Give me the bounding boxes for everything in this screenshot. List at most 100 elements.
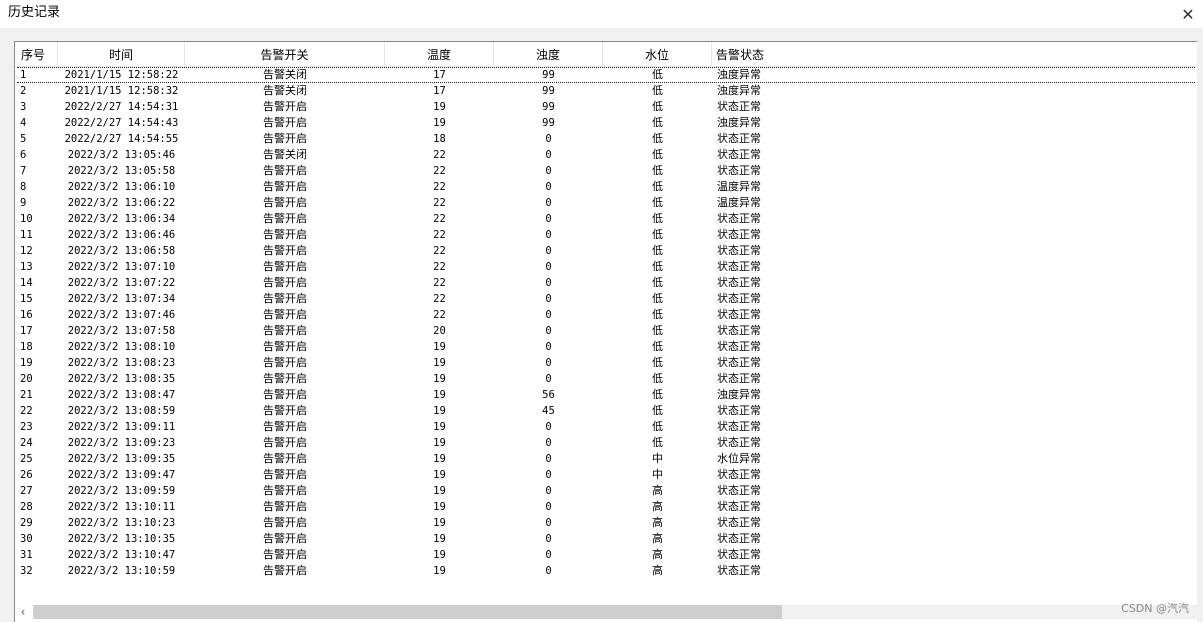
table-row[interactable]: 10 2022/3/2 13:06:34 告警开启 22 0 低 状态正常 bbox=[15, 211, 1197, 227]
cell-alarm-switch: 告警开启 bbox=[263, 436, 307, 449]
header-col-turbidity[interactable]: 浊度 bbox=[494, 42, 603, 66]
table-row[interactable]: 12 2022/3/2 13:06:58 告警开启 22 0 低 状态正常 bbox=[15, 243, 1197, 259]
cell-temperature: 22 bbox=[433, 293, 446, 305]
table-row[interactable]: 1 2021/1/15 12:58:22 告警关闭 17 99 低 浊度异常 bbox=[17, 67, 1195, 83]
scrollbar-thumb[interactable] bbox=[33, 605, 782, 619]
header-col-water-level[interactable]: 水位 bbox=[603, 42, 712, 66]
cell-temperature: 19 bbox=[433, 469, 446, 481]
cell-turbidity: 0 bbox=[545, 293, 552, 305]
cell-turbidity: 0 bbox=[545, 149, 552, 161]
header-col-temperature[interactable]: 温度 bbox=[385, 42, 494, 66]
cell-time: 2022/3/2 13:09:23 bbox=[67, 437, 176, 449]
cell-time: 2022/3/2 13:07:22 bbox=[67, 277, 176, 289]
header-col-time[interactable]: 时间 bbox=[58, 42, 185, 66]
header-col-alarm-switch[interactable]: 告警开关 bbox=[185, 42, 385, 66]
table-row[interactable]: 7 2022/3/2 13:05:58 告警开启 22 0 低 状态正常 bbox=[15, 163, 1197, 179]
table-row[interactable]: 19 2022/3/2 13:08:23 告警开启 19 0 低 状态正常 bbox=[15, 355, 1197, 371]
cell-index: 9 bbox=[20, 197, 27, 209]
cell-time: 2022/3/2 13:06:10 bbox=[67, 181, 176, 193]
cell-temperature: 19 bbox=[433, 101, 446, 113]
table-row[interactable]: 11 2022/3/2 13:06:46 告警开启 22 0 低 状态正常 bbox=[15, 227, 1197, 243]
cell-index: 22 bbox=[20, 405, 33, 417]
cell-turbidity: 0 bbox=[545, 197, 552, 209]
cell-water-level: 高 bbox=[652, 532, 663, 545]
table-row[interactable]: 22 2022/3/2 13:08:59 告警开启 19 45 低 状态正常 bbox=[15, 403, 1197, 419]
table-row[interactable]: 17 2022/3/2 13:07:58 告警开启 20 0 低 状态正常 bbox=[15, 323, 1197, 339]
cell-index: 17 bbox=[20, 325, 33, 337]
table-row[interactable]: 16 2022/3/2 13:07:46 告警开启 22 0 低 状态正常 bbox=[15, 307, 1197, 323]
cell-temperature: 22 bbox=[433, 197, 446, 209]
cell-water-level: 低 bbox=[652, 276, 663, 289]
window-title: 历史记录 bbox=[8, 5, 61, 20]
cell-alarm-status: 状态正常 bbox=[717, 548, 761, 561]
cell-temperature: 19 bbox=[433, 389, 446, 401]
cell-index: 13 bbox=[20, 261, 33, 273]
cell-time: 2022/2/27 14:54:55 bbox=[64, 133, 179, 145]
table-row[interactable]: 9 2022/3/2 13:06:22 告警开启 22 0 低 温度异常 bbox=[15, 195, 1197, 211]
table-row[interactable]: 28 2022/3/2 13:10:11 告警开启 19 0 高 状态正常 bbox=[15, 499, 1197, 515]
cell-water-level: 低 bbox=[652, 308, 663, 321]
cell-turbidity: 0 bbox=[545, 229, 552, 241]
table-row[interactable]: 3 2022/2/27 14:54:31 告警开启 19 99 低 状态正常 bbox=[15, 99, 1197, 115]
cell-alarm-status: 状态正常 bbox=[717, 484, 761, 497]
table-row[interactable]: 31 2022/3/2 13:10:47 告警开启 19 0 高 状态正常 bbox=[15, 547, 1197, 563]
cell-water-level: 低 bbox=[652, 244, 663, 257]
cell-index: 8 bbox=[20, 181, 27, 193]
header-col-index[interactable]: 序号 bbox=[15, 42, 58, 66]
table-row[interactable]: 6 2022/3/2 13:05:46 告警关闭 22 0 低 状态正常 bbox=[15, 147, 1197, 163]
header-col-alarm-status[interactable]: 告警状态 bbox=[712, 42, 1192, 66]
table-row[interactable]: 13 2022/3/2 13:07:10 告警开启 22 0 低 状态正常 bbox=[15, 259, 1197, 275]
cell-alarm-switch: 告警开启 bbox=[263, 180, 307, 193]
table-row[interactable]: 14 2022/3/2 13:07:22 告警开启 22 0 低 状态正常 bbox=[15, 275, 1197, 291]
cell-time: 2022/3/2 13:06:22 bbox=[67, 197, 176, 209]
cell-time: 2022/3/2 13:10:11 bbox=[67, 501, 176, 513]
table-row[interactable]: 26 2022/3/2 13:09:47 告警开启 19 0 中 状态正常 bbox=[15, 467, 1197, 483]
cell-turbidity: 0 bbox=[545, 213, 552, 225]
table-row[interactable]: 21 2022/3/2 13:08:47 告警开启 19 56 低 浊度异常 bbox=[15, 387, 1197, 403]
table-row[interactable]: 2 2021/1/15 12:58:32 告警关闭 17 99 低 浊度异常 bbox=[15, 83, 1197, 99]
cell-water-level: 低 bbox=[652, 116, 663, 129]
table-row[interactable]: 8 2022/3/2 13:06:10 告警开启 22 0 低 温度异常 bbox=[15, 179, 1197, 195]
cell-index: 3 bbox=[20, 101, 27, 113]
table-row[interactable]: 27 2022/3/2 13:09:59 告警开启 19 0 高 状态正常 bbox=[15, 483, 1197, 499]
cell-turbidity: 0 bbox=[545, 453, 552, 465]
close-icon: ✕ bbox=[1181, 4, 1195, 24]
cell-turbidity: 0 bbox=[545, 533, 552, 545]
cell-temperature: 18 bbox=[433, 133, 446, 145]
table-row[interactable]: 29 2022/3/2 13:10:23 告警开启 19 0 高 状态正常 bbox=[15, 515, 1197, 531]
scroll-left-button[interactable]: ‹ bbox=[16, 605, 30, 619]
cell-turbidity: 0 bbox=[545, 309, 552, 321]
horizontal-scrollbar[interactable] bbox=[33, 605, 1203, 619]
table-row[interactable]: 4 2022/2/27 14:54:43 告警开启 19 99 低 浊度异常 bbox=[15, 115, 1197, 131]
cell-index: 32 bbox=[20, 565, 33, 577]
cell-water-level: 低 bbox=[652, 196, 663, 209]
cell-turbidity: 99 bbox=[542, 101, 555, 113]
cell-alarm-switch: 告警开启 bbox=[263, 260, 307, 273]
table-row[interactable]: 24 2022/3/2 13:09:23 告警开启 19 0 低 状态正常 bbox=[15, 435, 1197, 451]
table-row[interactable]: 18 2022/3/2 13:08:10 告警开启 19 0 低 状态正常 bbox=[15, 339, 1197, 355]
cell-turbidity: 0 bbox=[545, 133, 552, 145]
cell-alarm-status: 状态正常 bbox=[717, 148, 761, 161]
table-row[interactable]: 30 2022/3/2 13:10:35 告警开启 19 0 高 状态正常 bbox=[15, 531, 1197, 547]
table-row[interactable]: 32 2022/3/2 13:10:59 告警开启 19 0 高 状态正常 bbox=[15, 563, 1197, 579]
cell-time: 2022/3/2 13:05:58 bbox=[67, 165, 176, 177]
table-row[interactable]: 5 2022/2/27 14:54:55 告警开启 18 0 低 状态正常 bbox=[15, 131, 1197, 147]
cell-turbidity: 0 bbox=[545, 181, 552, 193]
cell-turbidity: 0 bbox=[545, 437, 552, 449]
table-row[interactable]: 25 2022/3/2 13:09:35 告警开启 19 0 中 水位异常 bbox=[15, 451, 1197, 467]
cell-turbidity: 0 bbox=[545, 245, 552, 257]
cell-index: 28 bbox=[20, 501, 33, 513]
history-list-view[interactable]: 序号 时间 告警开关 温度 浊度 水位 告警状态 1 2021/1/15 12:58:22 告警… bbox=[14, 41, 1197, 622]
cell-temperature: 19 bbox=[433, 437, 446, 449]
table-row[interactable]: 20 2022/3/2 13:08:35 告警开启 19 0 低 状态正常 bbox=[15, 371, 1197, 387]
cell-water-level: 高 bbox=[652, 548, 663, 561]
cell-temperature: 17 bbox=[433, 85, 446, 97]
cell-alarm-status: 水位异常 bbox=[717, 452, 761, 465]
cell-alarm-status: 状态正常 bbox=[717, 132, 761, 145]
cell-temperature: 19 bbox=[433, 453, 446, 465]
table-row[interactable]: 23 2022/3/2 13:09:11 告警开启 19 0 低 状态正常 bbox=[15, 419, 1197, 435]
cell-alarm-status: 浊度异常 bbox=[717, 388, 761, 401]
cell-turbidity: 99 bbox=[542, 117, 555, 129]
table-row[interactable]: 15 2022/3/2 13:07:34 告警开启 22 0 低 状态正常 bbox=[15, 291, 1197, 307]
close-button[interactable]: ✕ bbox=[1173, 0, 1203, 28]
